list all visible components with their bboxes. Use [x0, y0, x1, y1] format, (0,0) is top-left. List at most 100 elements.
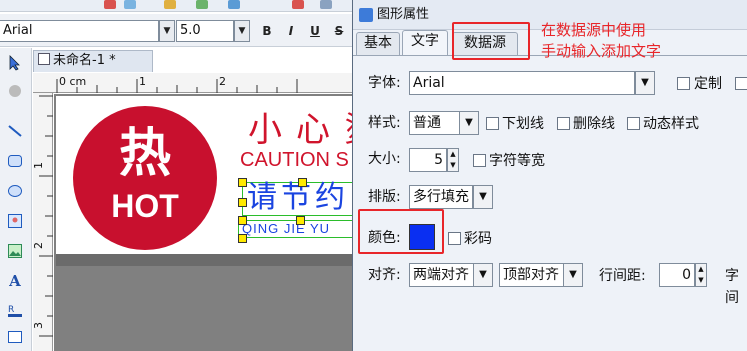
pointer-icon[interactable] [4, 52, 26, 74]
annotation-line-1: 在数据源中使用 [541, 21, 647, 39]
align-v-value: 顶部对齐 [503, 267, 559, 283]
dialog-app-icon [359, 8, 373, 22]
color-label: 颜色: [368, 230, 401, 246]
font-name-combo[interactable]: Arial [0, 20, 159, 42]
strikeout-checkbox[interactable] [557, 117, 570, 130]
font-select[interactable]: Arial [409, 71, 635, 95]
line-spacing-spinner[interactable]: 0 [659, 263, 695, 287]
picture-icon[interactable] [4, 240, 26, 262]
vruler-mark: 2 [32, 242, 45, 249]
ruler-mark: 1 [139, 75, 146, 88]
font-select-value: Arial [413, 75, 445, 91]
document-tab[interactable]: 未命名-1 * [33, 50, 153, 72]
size-stepper[interactable]: ▲ ▼ [447, 148, 459, 172]
italic-button[interactable]: I [282, 22, 300, 40]
color-swatch-button[interactable] [409, 224, 435, 250]
vruler-mark: 3 [32, 322, 45, 329]
line-spacing-stepper[interactable]: ▲ ▼ [695, 263, 707, 287]
extra-checkbox[interactable] [735, 77, 747, 90]
image-icon[interactable] [4, 210, 26, 232]
label-page[interactable]: 热 HOT 小心烫 CAUTION S 请节约 QING JIE YU [56, 96, 378, 254]
ellipse-icon[interactable] [4, 180, 26, 202]
dialog-title: 图形属性 [377, 7, 430, 22]
label-shadow [56, 254, 352, 266]
hot-cn-text[interactable]: 热 [73, 124, 217, 184]
bold-button[interactable]: B [258, 22, 276, 40]
text-tool-icon[interactable]: A [4, 270, 26, 292]
document-title: 未命名-1 * [53, 53, 116, 68]
rainbow-checkbox[interactable] [448, 232, 461, 245]
resize-handle[interactable] [238, 216, 247, 225]
align-h-select[interactable]: 两端对齐 [409, 263, 475, 287]
font-toolbar: Arial ▼ 5.0 ▼ B I U S [0, 14, 352, 47]
ruler-mark: 2 [219, 75, 226, 88]
layout-select[interactable]: 多行填充 [409, 185, 473, 209]
size-value: 5 [434, 152, 443, 168]
toolbar-icon[interactable] [228, 0, 240, 9]
delete-icon[interactable] [292, 0, 304, 9]
vruler-mark: 1 [32, 162, 45, 169]
chevron-down-icon[interactable]: ▼ [459, 111, 479, 135]
warning-en-text[interactable]: CAUTION S [240, 148, 349, 172]
size-label: 大小: [368, 151, 401, 167]
font-size-combo[interactable]: 5.0 [176, 20, 234, 42]
document-icon [38, 53, 50, 65]
char-spacing-label: 字间 [725, 268, 739, 306]
underline-label: 下划线 [502, 116, 544, 132]
rounded-rect-icon[interactable] [4, 150, 26, 172]
font-label: 字体: [368, 75, 401, 91]
style-select[interactable]: 普通 [409, 111, 461, 135]
underline-checkbox[interactable] [486, 117, 499, 130]
custom-checkbox[interactable] [677, 77, 690, 90]
chevron-down-icon[interactable]: ▼ [473, 263, 493, 287]
toolbar-icon[interactable] [164, 0, 176, 9]
strikeout-label: 删除线 [573, 116, 615, 132]
underline-button[interactable]: U [306, 22, 324, 40]
toolbar-icon[interactable] [104, 0, 116, 9]
resize-handle[interactable] [238, 234, 247, 243]
dynamic-style-label: 动态样式 [643, 116, 699, 132]
style-select-value: 普通 [413, 115, 441, 131]
hot-en-text[interactable]: HOT [73, 188, 217, 224]
main-toolbar [0, 0, 352, 12]
chevron-down-icon[interactable]: ▼ [635, 71, 655, 95]
strike-button[interactable]: S [330, 22, 348, 40]
layout-select-value: 多行填充 [413, 189, 469, 205]
toolbar-icon[interactable] [320, 0, 332, 9]
chevron-down-icon[interactable]: ▼ [563, 263, 583, 287]
chevron-down-icon[interactable]: ▼ [473, 185, 493, 209]
chevron-down-icon[interactable]: ▼ [234, 20, 250, 42]
text-settings-panel: 字体: Arial ▼ 定制 样式: 普通 ▼ 下划线 删除线 动态样式 大小:… [353, 55, 747, 351]
layout-label: 排版: [368, 189, 401, 205]
line-spacing-label: 行间距: [599, 268, 646, 284]
monospace-label: 字符等宽 [489, 153, 545, 169]
pan-icon[interactable] [4, 80, 26, 102]
monospace-checkbox[interactable] [473, 154, 486, 167]
tab-text[interactable]: 文字 [402, 30, 448, 56]
align-v-select[interactable]: 顶部对齐 [499, 263, 565, 287]
blue-pinyin-text[interactable]: QING JIE YU [242, 222, 330, 236]
rainbow-label: 彩码 [464, 231, 492, 247]
resize-handle[interactable] [296, 216, 305, 225]
align-h-value: 两端对齐 [413, 267, 469, 283]
resize-handle[interactable] [238, 178, 247, 187]
size-spinner[interactable]: 5 [409, 148, 447, 172]
barcode-text-icon[interactable]: R [4, 300, 26, 322]
rect-tool-icon[interactable] [4, 326, 26, 348]
dynamic-style-checkbox[interactable] [627, 117, 640, 130]
resize-handle[interactable] [238, 198, 247, 207]
toolbar-icon[interactable] [196, 0, 208, 9]
resize-handle[interactable] [298, 178, 307, 187]
custom-label: 定制 [694, 76, 722, 92]
horizontal-ruler: 0 cm 1 2 [33, 73, 352, 93]
ruler-origin-label: 0 cm [59, 75, 87, 88]
style-label: 样式: [368, 115, 401, 131]
font-name-value: Arial [3, 23, 33, 38]
chevron-down-icon[interactable]: ▼ [159, 20, 175, 42]
left-tool-panel: A R [0, 48, 32, 351]
line-tool-icon[interactable] [4, 120, 26, 142]
toolbar-icon[interactable] [124, 0, 136, 9]
line-spacing-value: 0 [682, 267, 691, 283]
tab-basic[interactable]: 基本 [356, 32, 400, 55]
shape-properties-dialog: 图形属性 基本 文字 数据源 字体: Arial ▼ 定制 样式: 普通 ▼ 下… [352, 0, 747, 351]
